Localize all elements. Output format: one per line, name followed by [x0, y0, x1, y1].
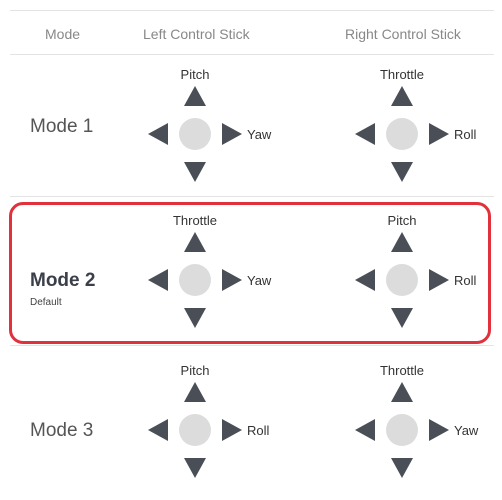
- triangle-left-icon: [148, 123, 168, 145]
- stick-up-label: Pitch: [387, 213, 417, 228]
- triangle-right-icon: [222, 419, 242, 441]
- row-divider: [10, 345, 494, 346]
- stick-side-label: Roll: [454, 273, 477, 288]
- triangle-up-icon: [391, 86, 413, 106]
- stick-up-label: Throttle: [379, 67, 425, 82]
- stick-knob-icon: [179, 264, 211, 296]
- triangle-down-icon: [184, 162, 206, 182]
- mode-label: Mode 2: [30, 270, 96, 291]
- stick-up-label: Pitch: [180, 67, 210, 82]
- stick-knob-icon: [386, 118, 418, 150]
- triangle-left-icon: [355, 419, 375, 441]
- triangle-right-icon: [429, 269, 449, 291]
- stick-side-label: Roll: [454, 127, 477, 142]
- triangle-up-icon: [184, 232, 206, 252]
- mode-row-1[interactable]: Mode 1 Pitch Yaw Throttle Roll: [0, 54, 502, 202]
- left-stick-diagram: Pitch Yaw: [145, 54, 305, 202]
- mode-row-3[interactable]: Mode 3 Pitch Roll Throttle Yaw: [0, 350, 502, 498]
- stick-knob-icon: [179, 118, 211, 150]
- header-right-stick: Right Control Stick: [345, 26, 461, 42]
- stick-knob-icon: [386, 414, 418, 446]
- stick-side-label: Roll: [247, 423, 270, 438]
- triangle-down-icon: [184, 458, 206, 478]
- stick-up-label: Throttle: [379, 363, 425, 378]
- stick-side-label: Yaw: [247, 127, 272, 142]
- triangle-right-icon: [429, 419, 449, 441]
- mode-label: Mode 1: [30, 116, 94, 137]
- right-stick-diagram: Throttle Roll: [352, 54, 502, 202]
- triangle-down-icon: [391, 458, 413, 478]
- mode-row-2[interactable]: Mode 2 Default Throttle Yaw Pitch Roll: [0, 200, 502, 348]
- stick-knob-icon: [179, 414, 211, 446]
- stick-up-label: Pitch: [180, 363, 210, 378]
- triangle-down-icon: [184, 308, 206, 328]
- stick-up-label: Throttle: [172, 213, 218, 228]
- triangle-up-icon: [391, 382, 413, 402]
- triangle-up-icon: [391, 232, 413, 252]
- triangle-left-icon: [148, 419, 168, 441]
- triangle-right-icon: [429, 123, 449, 145]
- stick-side-label: Yaw: [454, 423, 479, 438]
- header-left-stick: Left Control Stick: [143, 26, 250, 42]
- triangle-left-icon: [355, 123, 375, 145]
- triangle-right-icon: [222, 269, 242, 291]
- right-stick-diagram: Pitch Roll: [352, 200, 502, 348]
- mode-label: Mode 3: [30, 420, 94, 441]
- top-divider: [10, 10, 494, 11]
- stick-side-label: Yaw: [247, 273, 272, 288]
- triangle-left-icon: [355, 269, 375, 291]
- triangle-down-icon: [391, 308, 413, 328]
- triangle-down-icon: [391, 162, 413, 182]
- triangle-up-icon: [184, 382, 206, 402]
- triangle-right-icon: [222, 123, 242, 145]
- triangle-left-icon: [148, 269, 168, 291]
- default-badge: Default: [30, 297, 62, 308]
- right-stick-diagram: Throttle Yaw: [352, 350, 502, 498]
- stick-knob-icon: [386, 264, 418, 296]
- row-divider: [10, 196, 494, 197]
- triangle-up-icon: [184, 86, 206, 106]
- header-mode: Mode: [45, 26, 81, 42]
- left-stick-diagram: Throttle Yaw: [145, 200, 305, 348]
- left-stick-diagram: Pitch Roll: [145, 350, 305, 498]
